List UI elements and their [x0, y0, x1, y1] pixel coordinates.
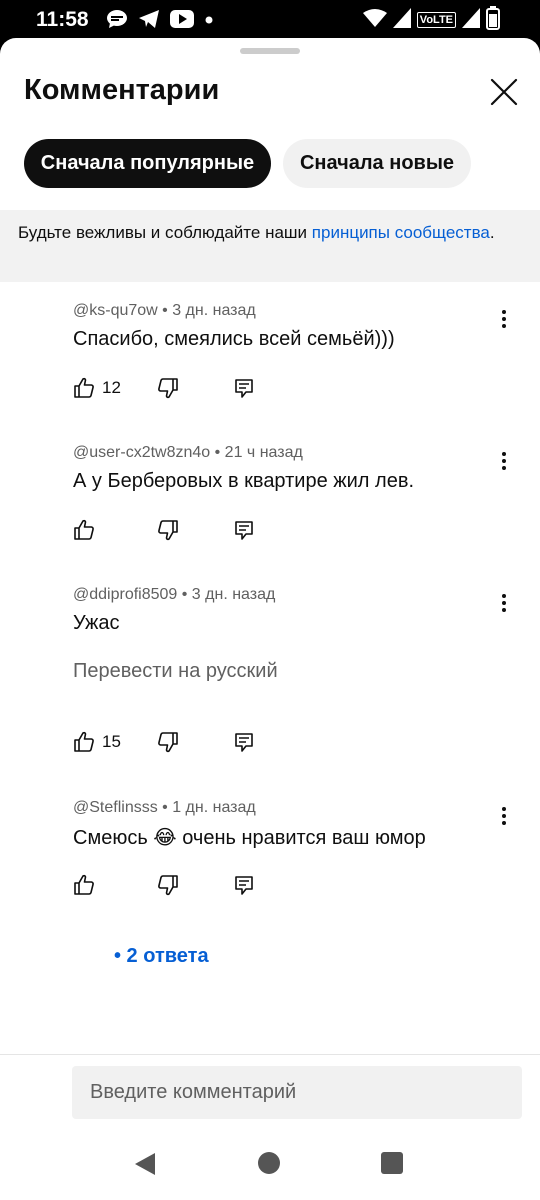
- dislike-button[interactable]: [156, 873, 180, 902]
- thumb-up-icon: [74, 519, 94, 540]
- comment-meta[interactable]: @user-cx2tw8zn4o • 21 ч назад: [73, 444, 303, 462]
- telegram-icon: [138, 9, 160, 34]
- thumb-down-icon: [158, 378, 178, 399]
- more-vert-icon: [502, 310, 506, 328]
- signal-icon: [392, 7, 411, 33]
- nav-recents-button[interactable]: [381, 1152, 403, 1174]
- dislike-button[interactable]: [156, 518, 180, 547]
- reply-comment-icon: [235, 733, 253, 752]
- reply-button[interactable]: [234, 378, 254, 405]
- youtube-icon: [170, 9, 194, 33]
- system-nav-bar: [0, 1130, 540, 1200]
- more-vert-icon: [502, 452, 506, 470]
- like-count: 15: [102, 732, 121, 751]
- status-time: 11:58: [36, 8, 89, 31]
- sort-popular-chip[interactable]: Сначала популярные: [24, 139, 271, 188]
- comment-more-button[interactable]: [492, 305, 516, 333]
- nav-back-button[interactable]: [133, 1152, 157, 1181]
- volte-icon: VoLTE: [416, 12, 456, 28]
- thumb-down-icon: [158, 520, 178, 541]
- translate-link[interactable]: Перевести на русский: [73, 660, 278, 683]
- comment-text: Смеюсь 😂 очень нравится ваш юмор: [73, 827, 426, 849]
- comment-text: Спасибо, смеялись всей семьёй))): [73, 328, 395, 350]
- reply-button[interactable]: [234, 520, 254, 547]
- comment-text: А у Берберовых в квартире жил лев.: [73, 470, 415, 492]
- chat-bubble-icon: [106, 9, 128, 34]
- notification-icons: [106, 8, 214, 34]
- sort-new-chip[interactable]: Сначала новые: [283, 139, 471, 188]
- reply-button[interactable]: [234, 875, 254, 902]
- notice-text: Будьте вежливы и соблюдайте наши: [18, 223, 312, 242]
- comment-input[interactable]: [72, 1066, 522, 1119]
- like-button[interactable]: 12: [72, 376, 121, 400]
- dislike-button[interactable]: [156, 730, 180, 759]
- thumb-down-icon: [158, 875, 178, 896]
- comment-meta[interactable]: @Steflinsss • 1 дн. назад: [73, 799, 256, 817]
- reply-comment-icon: [235, 521, 253, 540]
- dot-icon: [204, 12, 214, 30]
- view-replies-link[interactable]: • 2 ответа: [114, 945, 209, 968]
- drag-handle[interactable]: [240, 48, 300, 54]
- battery-icon: [486, 5, 500, 35]
- dislike-button[interactable]: [156, 376, 180, 405]
- community-notice: Будьте вежливы и соблюдайте наши принцип…: [0, 210, 540, 282]
- comment-more-button[interactable]: [492, 589, 516, 617]
- back-triangle-icon: [135, 1153, 155, 1175]
- comment-meta[interactable]: @ks-qu7ow • 3 дн. назад: [73, 302, 256, 320]
- thumb-up-icon: [74, 874, 94, 895]
- comment-more-button[interactable]: [492, 447, 516, 475]
- like-count: 12: [102, 378, 121, 397]
- comment-text: Ужас: [73, 612, 120, 634]
- system-icons: VoLTE: [362, 5, 500, 35]
- thumb-up-icon: [74, 731, 94, 752]
- like-button[interactable]: [72, 518, 102, 542]
- close-icon: [490, 78, 518, 106]
- community-guidelines-link[interactable]: принципы сообщества: [312, 223, 490, 242]
- sheet-title: Комментарии: [24, 74, 220, 106]
- notice-suffix: .: [489, 223, 495, 242]
- comment-more-button[interactable]: [492, 802, 516, 830]
- nav-home-button[interactable]: [258, 1152, 280, 1174]
- comment-meta[interactable]: @ddiprofi8509 • 3 дн. назад: [73, 586, 275, 604]
- reply-comment-icon: [235, 876, 253, 895]
- like-button[interactable]: 15: [72, 730, 121, 754]
- wifi-icon: [362, 8, 387, 33]
- reply-comment-icon: [235, 379, 253, 398]
- more-vert-icon: [502, 594, 506, 612]
- close-button[interactable]: [482, 70, 526, 114]
- signal-icon: [462, 7, 480, 33]
- thumb-up-icon: [74, 377, 94, 398]
- reply-button[interactable]: [234, 732, 254, 759]
- more-vert-icon: [502, 807, 506, 825]
- thumb-down-icon: [158, 732, 178, 753]
- like-button[interactable]: [72, 873, 102, 897]
- composer-divider: [0, 1054, 540, 1055]
- status-bar: 11:58 VoLTE: [0, 0, 540, 40]
